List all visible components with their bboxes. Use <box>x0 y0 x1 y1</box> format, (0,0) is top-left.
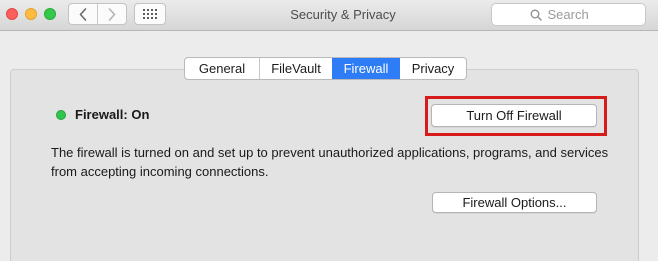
close-window-button[interactable] <box>6 8 18 20</box>
firewall-options-button[interactable]: Firewall Options... <box>432 192 597 213</box>
title-bar: Security & Privacy <box>0 0 658 31</box>
back-button[interactable] <box>69 4 97 24</box>
search-field[interactable] <box>491 3 646 26</box>
tab-privacy[interactable]: Privacy <box>400 58 466 79</box>
security-privacy-window: Security & Privacy General FileVault Fir… <box>0 0 658 261</box>
tab-firewall[interactable]: Firewall <box>332 58 400 79</box>
zoom-window-button[interactable] <box>44 8 56 20</box>
navigation-buttons <box>68 3 127 25</box>
firewall-status-label: Firewall: On <box>75 107 150 122</box>
tab-filevault[interactable]: FileVault <box>259 58 332 79</box>
window-title: Security & Privacy <box>290 7 396 22</box>
show-all-button[interactable] <box>134 3 166 25</box>
chevron-right-icon <box>108 7 116 21</box>
tab-general[interactable]: General <box>185 58 259 79</box>
turn-off-firewall-button[interactable]: Turn Off Firewall <box>431 104 597 127</box>
search-input[interactable] <box>547 7 608 22</box>
minimize-window-button[interactable] <box>25 8 37 20</box>
firewall-status: Firewall: On <box>56 107 149 122</box>
chevron-left-icon <box>79 7 87 21</box>
preference-tabs: General FileVault Firewall Privacy <box>184 57 467 80</box>
firewall-description: The firewall is turned on and set up to … <box>51 145 609 179</box>
search-icon <box>530 9 542 21</box>
status-indicator-icon <box>56 109 66 120</box>
forward-button[interactable] <box>97 4 126 24</box>
grid-icon <box>143 9 157 19</box>
